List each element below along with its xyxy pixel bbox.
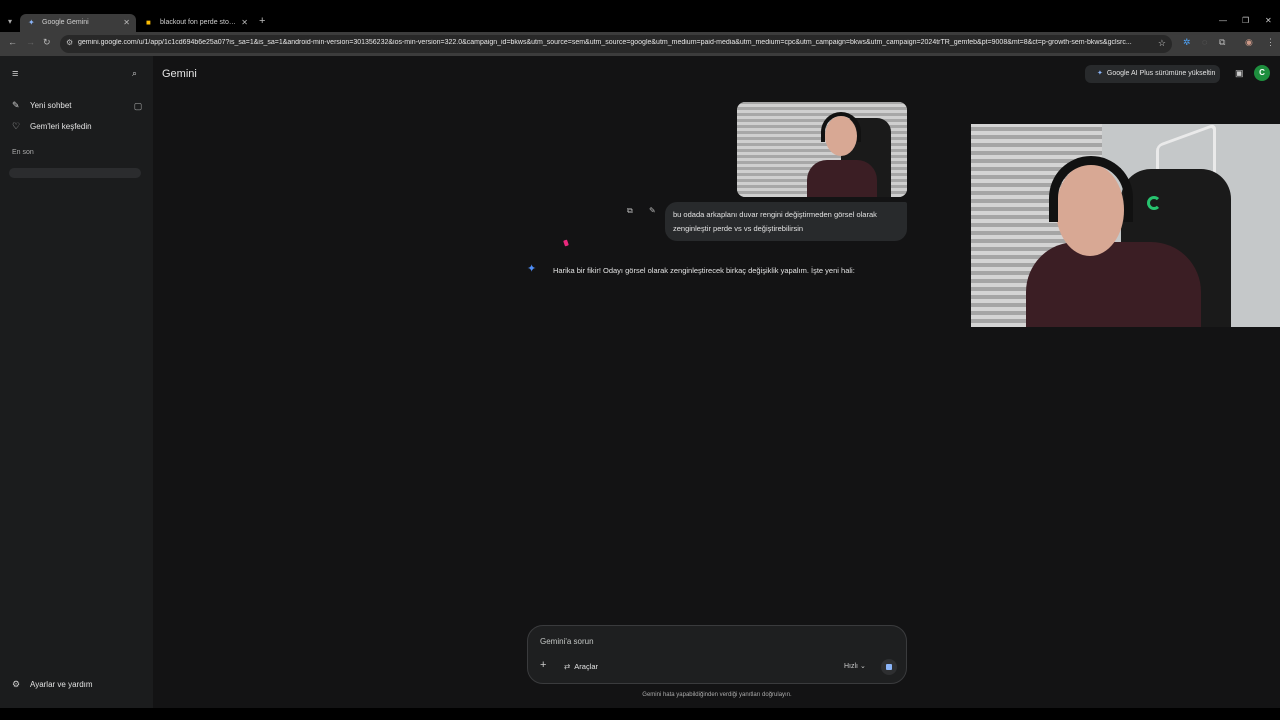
address-bar[interactable]: ⚙ gemini.google.com/u/1/app/1c1cd694b6e2…	[60, 35, 1172, 53]
reload-icon[interactable]: ↻	[43, 37, 51, 48]
forward-icon[interactable]: →	[26, 37, 35, 47]
close-tab-icon[interactable]: ✕	[241, 14, 248, 32]
disclaimer-text: Gemini hata yapabildiğinden verdiği yanı…	[642, 692, 792, 698]
upgrade-label: Google AI Plus sürümüne yükseltin	[1106, 70, 1216, 77]
mouse-cursor	[563, 239, 569, 247]
google-favicon-icon: ■	[146, 18, 151, 27]
tools-button[interactable]: ⇄ Araçlar	[564, 662, 598, 671]
tab-google-gemini[interactable]: ✦ Google Gemini ✕	[20, 14, 136, 32]
tab-title: Google Gemini	[42, 19, 89, 26]
sidebar-item-gems[interactable]: ♡ Gem'leri keşfedin	[12, 121, 92, 132]
model-mode-selector[interactable]: Hızlı ⌄	[844, 662, 866, 670]
profile-icon[interactable]: ◉	[1245, 37, 1253, 48]
chair-logo-icon	[1147, 196, 1161, 210]
share-icon[interactable]: ▣	[1235, 68, 1244, 79]
tools-label: Araçlar	[574, 662, 599, 671]
user-message: bu odada arkaplanı duvar rengini değişti…	[665, 202, 907, 241]
person-body	[1026, 242, 1201, 327]
new-chat-icon[interactable]: ▢	[128, 98, 148, 114]
restore-icon[interactable]: ❐	[1242, 16, 1249, 25]
bookmark-star-icon[interactable]: ☆	[1158, 38, 1166, 49]
prompt-composer[interactable]: Gemini'a sorun + ⇄ Araçlar Hızlı ⌄	[527, 625, 907, 684]
gem-heart-icon: ♡	[12, 121, 21, 131]
gemini-favicon-icon: ✦	[28, 18, 35, 27]
edit-message-icon[interactable]: ✎	[649, 206, 656, 215]
recent-heading: En son	[12, 149, 34, 156]
sidebar-item-label: Yeni sohbet	[30, 101, 72, 110]
search-icon[interactable]: ⌕	[132, 68, 137, 79]
extensions-puzzle-icon[interactable]: ⧉	[1219, 37, 1225, 48]
window-close-icon[interactable]: ✕	[1265, 16, 1272, 25]
sidebar-item-label: Ayarlar ve yardım	[30, 680, 93, 689]
tab-blackout-search[interactable]: ■ blackout fon perde store - Goo ✕	[138, 14, 254, 32]
settings-gear-icon: ⚙	[12, 679, 21, 689]
sparkle-icon: ✦	[1097, 70, 1103, 77]
new-tab-icon[interactable]: +	[259, 15, 265, 27]
person-body	[807, 160, 877, 197]
add-file-icon[interactable]: +	[540, 659, 546, 671]
close-tab-icon[interactable]: ✕	[123, 14, 130, 32]
extension-2-icon[interactable]: ◌	[1202, 37, 1207, 47]
recent-chat-item[interactable]	[9, 168, 141, 178]
gemini-spark-icon: ✦	[527, 263, 537, 275]
browser-menu-icon[interactable]: ⋮	[1266, 37, 1275, 48]
prompt-input[interactable]: Gemini'a sorun	[540, 637, 594, 646]
mode-label: Hızlı	[844, 663, 858, 670]
model-response: Harika bir fikir! Odayı görsel olarak ze…	[553, 266, 855, 275]
sidebar-item-label: Gem'leri keşfedin	[30, 122, 92, 131]
avatar[interactable]: C	[1254, 65, 1270, 81]
sidebar-item-new-chat[interactable]: ✎ Yeni sohbet	[12, 100, 72, 111]
site-info-icon[interactable]: ⚙	[66, 38, 73, 47]
chevron-down-icon: ⌄	[859, 663, 866, 670]
browser-tab-bar: ▾ ✦ Google Gemini ✕ ■ blackout fon perde…	[0, 0, 1280, 32]
stop-generation-button[interactable]	[881, 659, 897, 675]
main-menu-icon[interactable]: ≡	[12, 68, 18, 80]
sidebar-item-settings[interactable]: ⚙ Ayarlar ve yardım	[12, 679, 93, 690]
uploaded-room-image[interactable]	[737, 102, 907, 197]
app-title[interactable]: Gemini	[162, 68, 197, 80]
url-text: gemini.google.com/u/1/app/1c1cd694b6e25a…	[78, 39, 1132, 46]
tab-title: blackout fon perde store - Goo	[160, 19, 238, 26]
tab-search-icon[interactable]: ▾	[4, 16, 16, 28]
minimize-icon[interactable]: —	[1219, 16, 1227, 25]
sidebar: ≡ ⌕ ✎ Yeni sohbet ▢ ♡ Gem'leri keşfedin En…	[0, 56, 153, 708]
copy-icon[interactable]: ⧉	[627, 206, 633, 216]
tools-sliders-icon: ⇄	[564, 662, 571, 671]
browser-toolbar: ← → ↻ ⚙ gemini.google.com/u/1/app/1c1cd6…	[0, 32, 1280, 56]
back-icon[interactable]: ←	[8, 37, 17, 47]
upgrade-button[interactable]: ✦ Google AI Plus sürümüne yükseltin	[1085, 65, 1220, 83]
extension-icon[interactable]: ✲	[1183, 37, 1191, 48]
webcam-overlay	[971, 124, 1280, 327]
edit-icon: ✎	[12, 100, 20, 110]
